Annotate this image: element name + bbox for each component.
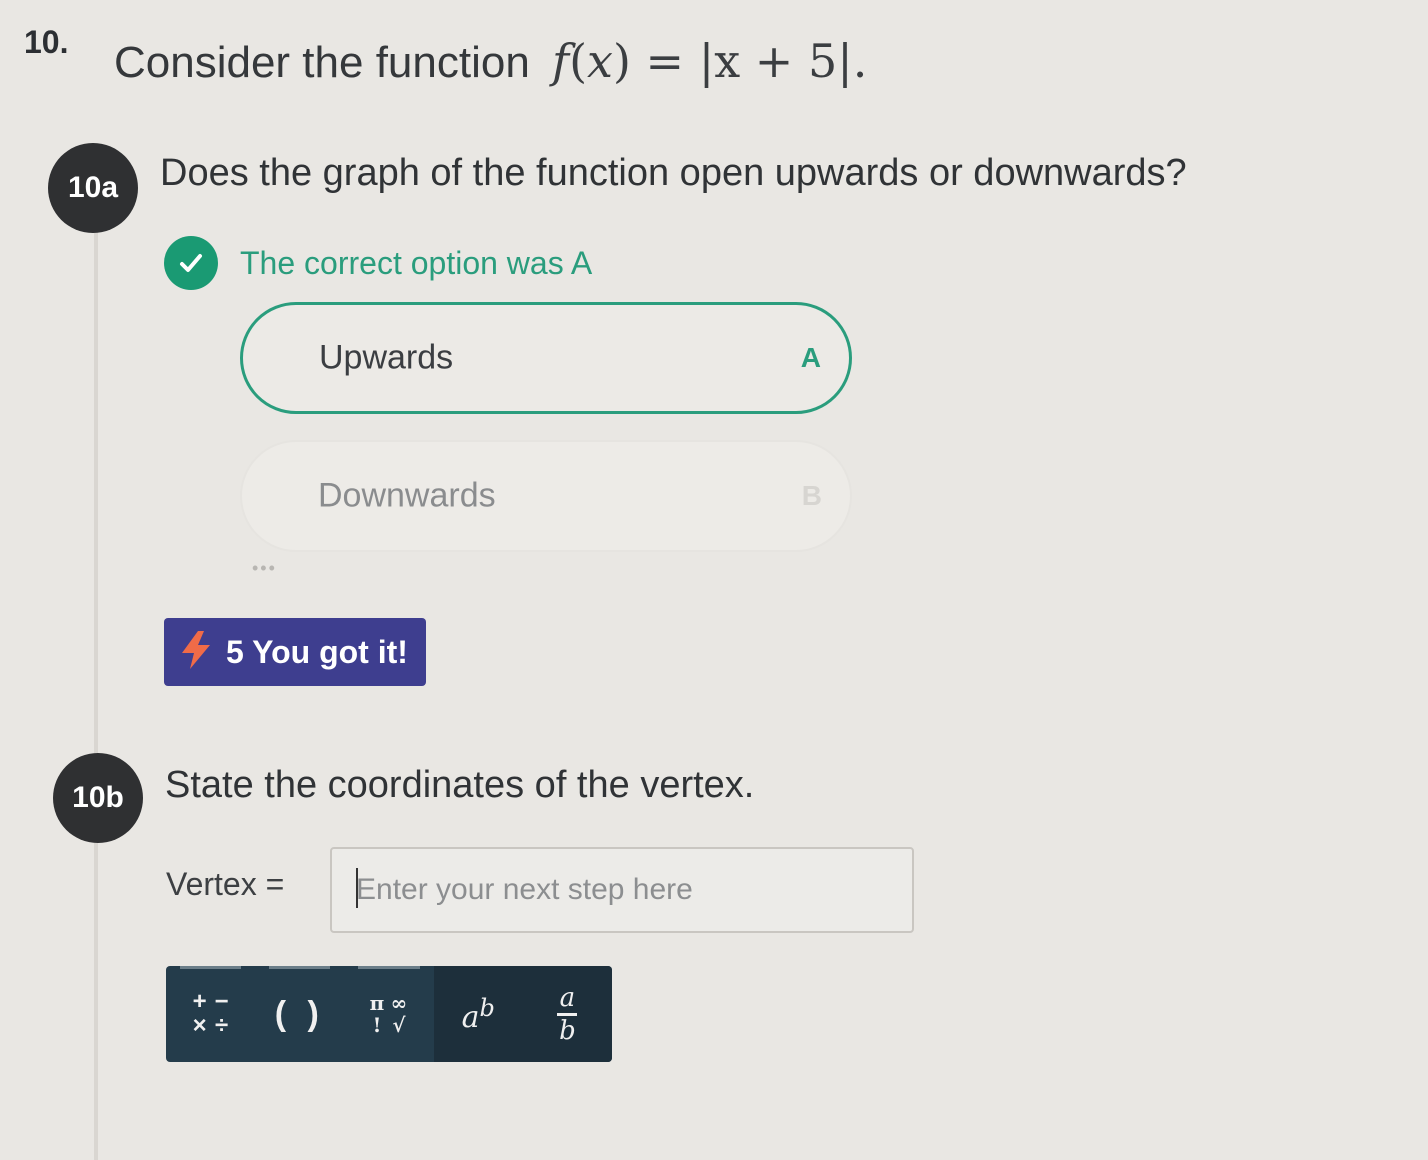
more-options-indicator: ••• <box>252 558 277 578</box>
pi-infinity-icon: π ∞ ! √ <box>367 992 411 1036</box>
feedback-text: The correct option was A <box>240 244 593 281</box>
exponent-icon: ab <box>462 994 495 1035</box>
fraction-denominator: b <box>559 1015 576 1046</box>
option-label: Upwards <box>319 338 454 377</box>
times-glyph: × <box>192 1012 207 1039</box>
points-text: 5 You got it! <box>226 633 408 670</box>
correct-feedback: The correct option was A <box>164 236 592 290</box>
part-badge-10a: 10a <box>48 143 138 233</box>
parentheses-icon: ( ) <box>274 994 325 1033</box>
root-glyph: √ <box>392 1013 406 1037</box>
fraction-numerator: a <box>559 982 576 1013</box>
function-suffix: . <box>852 34 868 88</box>
pi-glyph: π <box>369 991 385 1015</box>
parentheses-button[interactable]: ( ) <box>255 966 344 1062</box>
option-label: Downwards <box>318 476 496 515</box>
points-badge: 5 You got it! <box>164 618 426 686</box>
infinity-glyph: ∞ <box>390 991 408 1015</box>
question-page: 10. Consider the function f(x) = |x + 5|… <box>0 0 1428 1160</box>
parts-timeline <box>94 222 98 1160</box>
part-badge-10b: 10b <box>53 753 143 843</box>
option-downwards[interactable]: Downwards B <box>240 440 852 552</box>
plus-glyph: + <box>192 988 207 1015</box>
exponent-button[interactable]: ab <box>433 966 523 1062</box>
exponent-base: a <box>461 999 480 1035</box>
question-number: 10. <box>24 24 69 60</box>
vertex-label: Vertex = <box>166 866 285 902</box>
option-upwards[interactable]: Upwards A <box>240 302 852 414</box>
question-prompt: Consider the function f(x) = |x + 5|. <box>114 34 867 88</box>
option-key: B <box>801 480 822 511</box>
vertex-input[interactable] <box>330 847 914 933</box>
factorial-glyph: ! <box>372 1013 382 1037</box>
operators-button[interactable]: + − × ÷ <box>166 966 255 1062</box>
math-toolbar: + − × ÷ ( ) π ∞ ! √ ab a b <box>166 966 612 1062</box>
fraction-icon: a b <box>557 982 578 1046</box>
fraction-button[interactable]: a b <box>522 966 612 1062</box>
function-body: |x + 5| <box>698 34 853 88</box>
lightning-icon <box>178 629 214 676</box>
option-key: A <box>800 342 821 373</box>
function-variable: x <box>587 34 613 88</box>
function-name: f <box>552 34 570 88</box>
part-b-question: State the coordinates of the vertex. <box>165 764 755 806</box>
check-icon <box>164 236 218 290</box>
divide-glyph: ÷ <box>215 1012 229 1039</box>
question-prompt-text: Consider the function <box>114 38 530 87</box>
exponent-power: b <box>479 993 495 1022</box>
function-expression: f(x) = |x + 5|. <box>552 34 868 88</box>
part-a-question: Does the graph of the function open upwa… <box>160 152 1187 194</box>
text-caret <box>356 868 358 908</box>
minus-glyph: − <box>214 988 229 1015</box>
operators-icon: + − × ÷ <box>191 988 231 1039</box>
symbols-button[interactable]: π ∞ ! √ <box>344 966 433 1062</box>
